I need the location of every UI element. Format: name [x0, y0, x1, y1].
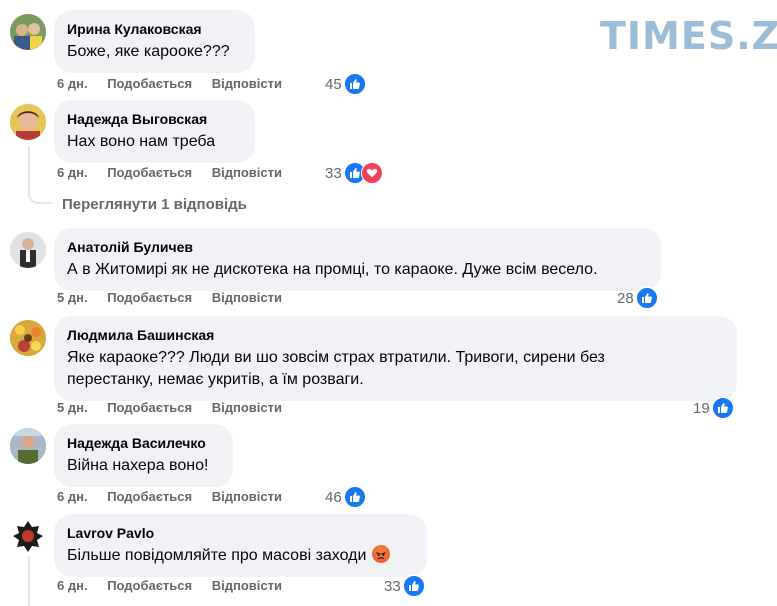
reply-button[interactable]: Відповісти — [212, 400, 282, 415]
avatar-image — [10, 320, 46, 356]
reply-button[interactable]: Відповісти — [212, 76, 282, 91]
reply-button[interactable]: Відповісти — [212, 578, 282, 593]
comment-text: Боже, яке карооке??? — [67, 43, 230, 60]
reaction-count: 33 — [325, 164, 342, 182]
comment-time[interactable]: 6 дн. — [57, 76, 88, 91]
thread-connector — [28, 556, 30, 606]
comment-time[interactable]: 5 дн. — [57, 400, 88, 415]
like-icon — [402, 575, 425, 597]
avatar-image — [10, 14, 46, 50]
like-button[interactable]: Подобається — [107, 578, 192, 593]
like-icon — [343, 73, 366, 95]
reaction-summary[interactable]: 33 — [384, 575, 425, 597]
heart-icon — [360, 162, 383, 184]
comment-bubble: Lavrov Pavlo Більше повідомляйте про мас… — [54, 514, 427, 577]
avatar[interactable] — [10, 14, 46, 50]
like-button[interactable]: Подобається — [107, 76, 192, 91]
like-button[interactable]: Подобається — [107, 400, 192, 415]
reaction-count: 28 — [617, 289, 634, 307]
avatar-image — [10, 232, 46, 268]
comment-text-line: перестанку, немає укритів, а їм розваги. — [67, 371, 364, 388]
comment-actions: 5 дн. Подобається Відповісти — [57, 400, 298, 415]
avatar-image — [10, 428, 46, 464]
thread-connector — [28, 146, 52, 204]
comment-text-line: Яке караоке??? Люди ви шо зовсім страх в… — [67, 349, 605, 366]
comment-author[interactable]: Ирина Кулаковская — [67, 20, 241, 38]
comment-time[interactable]: 6 дн. — [57, 489, 88, 504]
comment-actions: 6 дн. Подобається Відповісти — [57, 165, 298, 180]
comment-text: Яке караоке??? Люди ви шо зовсім страх в… — [67, 347, 723, 391]
reaction-count: 45 — [325, 75, 342, 93]
reaction-summary[interactable]: 45 — [325, 73, 366, 95]
reaction-summary[interactable]: 46 — [325, 486, 366, 508]
comment-bubble: Надежда Выговская Нах воно нам треба — [54, 100, 255, 163]
comment-text: А в Житомирі як не дискотека на промці, … — [67, 261, 598, 278]
comment-actions: 5 дн. Подобається Відповісти — [57, 290, 298, 305]
site-logo: TIMES.ZT — [600, 14, 777, 58]
comment-bubble: Анатолій Буличев А в Житомирі як не диск… — [54, 228, 661, 291]
comment-author[interactable]: Людмила Башинская — [67, 326, 723, 344]
comment-author[interactable]: Анатолій Буличев — [67, 238, 647, 256]
avatar[interactable] — [10, 320, 46, 356]
reaction-summary[interactable]: 28 — [617, 287, 658, 309]
like-icon — [343, 486, 366, 508]
comment-bubble: Людмила Башинская Яке караоке??? Люди ви… — [54, 316, 737, 401]
comment-text-content: Більше повідомляйте про масові заходи — [67, 547, 367, 564]
comment-bubble: Ирина Кулаковская Боже, яке карооке??? — [54, 10, 255, 73]
like-button[interactable]: Подобається — [107, 290, 192, 305]
avatar-image — [10, 518, 46, 554]
reaction-summary[interactable]: 33 — [325, 162, 383, 184]
reaction-count: 46 — [325, 488, 342, 506]
like-icon — [711, 397, 734, 419]
comment-time[interactable]: 6 дн. — [57, 578, 88, 593]
reaction-count: 19 — [693, 399, 710, 417]
reaction-summary[interactable]: 19 — [693, 397, 734, 419]
comment-time[interactable]: 5 дн. — [57, 290, 88, 305]
avatar[interactable] — [10, 232, 46, 268]
view-replies-link[interactable]: Переглянути 1 відповідь — [62, 196, 247, 213]
reply-button[interactable]: Відповісти — [212, 165, 282, 180]
comment-actions: 6 дн. Подобається Відповісти — [57, 578, 298, 593]
comment-time[interactable]: 6 дн. — [57, 165, 88, 180]
comment: Людмила Башинская Яке караоке??? Люди ви… — [10, 316, 750, 401]
comment-text: Нах воно нам треба — [67, 133, 216, 150]
avatar-image — [10, 104, 46, 140]
like-button[interactable]: Подобається — [107, 489, 192, 504]
reply-button[interactable]: Відповісти — [212, 489, 282, 504]
reply-button[interactable]: Відповісти — [212, 290, 282, 305]
comment-author[interactable]: Надежда Выговская — [67, 110, 241, 128]
like-button[interactable]: Подобається — [107, 165, 192, 180]
comment-actions: 6 дн. Подобається Відповісти — [57, 76, 298, 91]
like-icon — [635, 287, 658, 309]
angry-face-icon — [372, 545, 391, 563]
comment-author[interactable]: Надежда Василечко — [67, 434, 219, 452]
comment-bubble: Надежда Василечко Війна нахера воно! — [54, 424, 233, 487]
comment-author[interactable]: Lavrov Pavlo — [67, 524, 413, 542]
reaction-count: 33 — [384, 577, 401, 595]
comment-text: Війна нахера воно! — [67, 457, 209, 474]
avatar[interactable] — [10, 518, 46, 554]
avatar[interactable] — [10, 104, 46, 140]
avatar[interactable] — [10, 428, 46, 464]
comment-text: Більше повідомляйте про масові заходи — [67, 545, 413, 567]
comment-actions: 6 дн. Подобається Відповісти — [57, 489, 298, 504]
